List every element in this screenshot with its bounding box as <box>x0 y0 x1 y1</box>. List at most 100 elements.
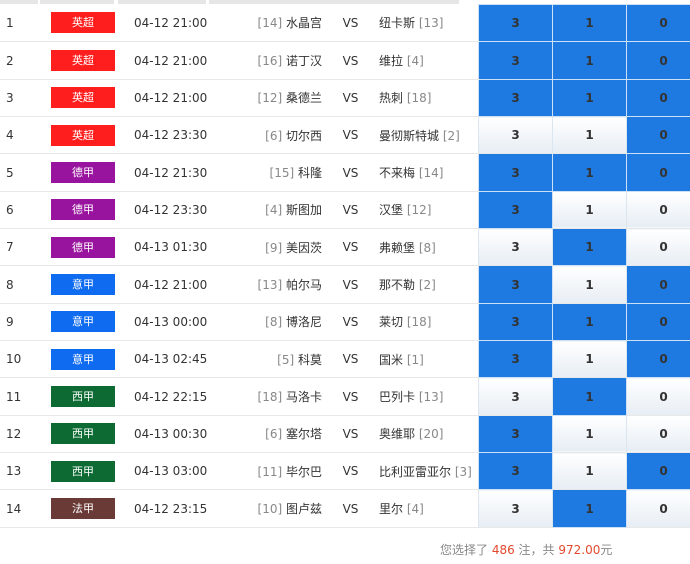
odds-win-button[interactable]: 3 <box>478 78 553 118</box>
home-team-name: 美因茨 <box>285 240 322 255</box>
odds-lose-button[interactable]: 0 <box>626 190 690 230</box>
odds-lose-button[interactable]: 0 <box>626 340 690 379</box>
odds-lose-button[interactable]: 0 <box>626 3 690 43</box>
match-index: 4 <box>0 116 44 155</box>
odds-win-button[interactable]: 3 <box>478 489 553 528</box>
odds-win-button[interactable]: 3 <box>478 340 553 379</box>
odds-lose-button[interactable]: 0 <box>626 265 690 304</box>
odds-lose-button[interactable]: 0 <box>626 489 690 528</box>
vs-label: VS <box>324 116 377 155</box>
odds-lose-button[interactable]: 0 <box>626 116 690 155</box>
away-team-name: 曼彻斯特城 <box>379 128 440 143</box>
odds-win-button[interactable]: 3 <box>478 190 553 230</box>
odds-draw-button[interactable]: 1 <box>552 302 627 342</box>
odds-win-button[interactable]: 3 <box>478 116 553 155</box>
odds-draw-button[interactable]: 1 <box>552 377 627 416</box>
match-time: 04-12 21:30 <box>122 153 221 192</box>
bet-count: 486 <box>491 543 515 557</box>
home-team: [15] 科隆 <box>221 153 324 192</box>
home-rank: [18] <box>257 390 283 405</box>
home-team-name: 帕尔马 <box>285 278 322 293</box>
home-team: [13] 帕尔马 <box>221 265 324 304</box>
odds-draw-button[interactable]: 1 <box>552 265 627 304</box>
odds-win-button[interactable]: 3 <box>478 302 553 342</box>
odds-draw-button[interactable]: 1 <box>552 116 627 155</box>
odds-win-button[interactable]: 3 <box>478 377 553 416</box>
away-rank: [2] <box>418 278 436 293</box>
home-rank: [4] <box>265 203 283 218</box>
home-team: [6] 塞尔塔 <box>221 415 324 454</box>
home-team: [4] 斯图加 <box>221 191 324 230</box>
match-row: 7 德甲 04-13 01:30 [9] 美因茨 VS 弗赖堡 [8] 3 1 0 <box>0 228 690 267</box>
match-row: 11 西甲 04-12 22:15 [18] 马洛卡 VS 巴列卡 [13] 3 1 0 <box>0 377 690 416</box>
away-team-name: 国米 <box>379 352 404 367</box>
home-team: [5] 科莫 <box>221 340 324 379</box>
odds-lose-button[interactable]: 0 <box>626 302 690 342</box>
odds-draw-button[interactable]: 1 <box>552 41 627 80</box>
odds-draw-button[interactable]: 1 <box>552 78 627 118</box>
away-rank: [20] <box>418 427 444 442</box>
odds-lose-button[interactable]: 0 <box>626 228 690 267</box>
home-team-name: 科隆 <box>297 166 322 181</box>
odds-draw-button[interactable]: 1 <box>552 340 627 379</box>
odds-win-button[interactable]: 3 <box>478 452 553 491</box>
match-time: 04-12 23:30 <box>122 116 221 155</box>
match-time: 04-13 00:00 <box>122 303 221 342</box>
vs-label: VS <box>324 153 377 192</box>
match-time: 04-13 02:45 <box>122 340 221 379</box>
away-rank: [13] <box>418 16 444 31</box>
odds-draw-button[interactable]: 1 <box>552 3 627 43</box>
odds-lose-button[interactable]: 0 <box>626 153 690 192</box>
odds-lose-button[interactable]: 0 <box>626 414 690 454</box>
odds-lose-button[interactable]: 0 <box>626 41 690 80</box>
league-badge: 意甲 <box>51 274 115 296</box>
match-row: 2 英超 04-12 21:00 [16] 诺丁汉 VS 维拉 [4] 3 1 0 <box>0 41 690 80</box>
odds-win-button[interactable]: 3 <box>478 153 553 192</box>
match-row: 13 西甲 04-13 03:00 [11] 毕尔巴 VS 比利亚雷亚尔 [3] 3 1 0 <box>0 452 690 491</box>
odds-draw-button[interactable]: 1 <box>552 489 627 528</box>
away-team: 巴列卡 [13] <box>377 377 479 416</box>
odds-draw-button[interactable]: 1 <box>552 414 627 454</box>
selection-summary: 您选择了 486 注，共 972.00元 <box>440 541 612 558</box>
odds-win-button[interactable]: 3 <box>478 228 553 267</box>
home-team: [10] 图卢兹 <box>221 489 324 528</box>
match-index: 8 <box>0 265 44 304</box>
vs-label: VS <box>324 340 377 379</box>
match-time: 04-12 21:00 <box>122 265 221 304</box>
odds-win-button[interactable]: 3 <box>478 41 553 80</box>
away-rank: [4] <box>406 502 424 517</box>
away-team: 国米 [1] <box>377 340 479 379</box>
home-rank: [6] <box>265 128 283 143</box>
summary-suffix: 元 <box>600 543 613 557</box>
away-rank: [4] <box>406 54 424 69</box>
odds-draw-button[interactable]: 1 <box>552 153 627 192</box>
odds-win-button[interactable]: 3 <box>478 3 553 43</box>
home-team-name: 图卢兹 <box>285 502 322 517</box>
odds-draw-button[interactable]: 1 <box>552 190 627 230</box>
odds-lose-button[interactable]: 0 <box>626 78 690 118</box>
odds-lose-button[interactable]: 0 <box>626 452 690 491</box>
odds-win-button[interactable]: 3 <box>478 265 553 304</box>
vs-label: VS <box>324 415 377 454</box>
away-team: 不来梅 [14] <box>377 153 479 192</box>
vs-label: VS <box>324 489 377 528</box>
home-team-name: 桑德兰 <box>285 91 322 106</box>
away-team: 那不勒 [2] <box>377 265 479 304</box>
odds-win-button[interactable]: 3 <box>478 414 553 454</box>
league-badge: 法甲 <box>51 498 115 520</box>
match-index: 9 <box>0 303 44 342</box>
match-row: 4 英超 04-12 23:30 [6] 切尔西 VS 曼彻斯特城 [2] 3 1 0 <box>0 116 690 155</box>
away-team: 莱切 [18] <box>377 303 479 342</box>
league-badge: 意甲 <box>51 311 115 333</box>
match-index: 2 <box>0 41 44 80</box>
odds-draw-button[interactable]: 1 <box>552 452 627 491</box>
home-team: [11] 毕尔巴 <box>221 452 324 491</box>
league-badge: 意甲 <box>51 348 115 370</box>
home-rank: [5] <box>277 352 295 367</box>
odds-lose-button[interactable]: 0 <box>626 377 690 416</box>
vs-label: VS <box>324 79 377 118</box>
vs-label: VS <box>324 265 377 304</box>
away-team-name: 不来梅 <box>379 166 416 181</box>
away-rank: [18] <box>406 91 432 106</box>
odds-draw-button[interactable]: 1 <box>552 228 627 267</box>
